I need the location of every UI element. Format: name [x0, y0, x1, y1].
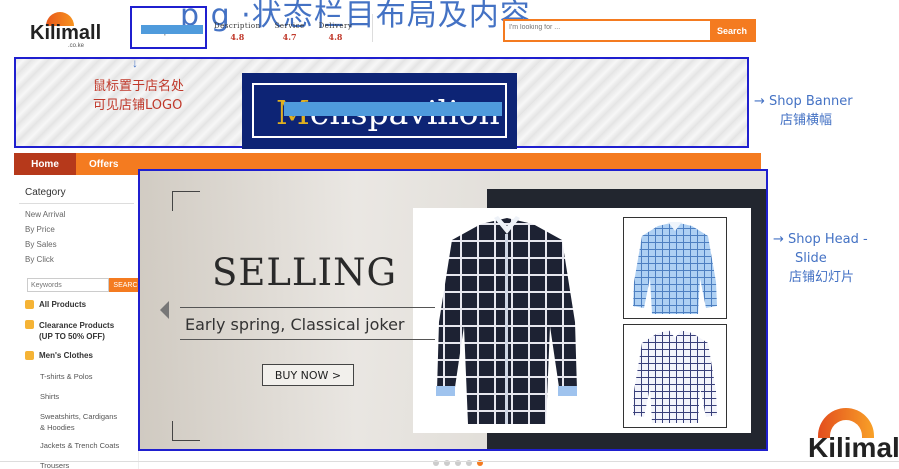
logo-text: Kilimall	[30, 22, 102, 44]
previous-slide-icon[interactable]	[160, 301, 169, 319]
banner-note-line: 鼠标置于店名处	[93, 79, 185, 94]
banner-note: 鼠标置于店名处 可见店铺LOGO	[93, 77, 184, 115]
rating-value: 4.7	[282, 32, 297, 42]
search-input[interactable]	[509, 24, 699, 31]
category-label: Men's Clothes	[39, 351, 93, 360]
down-arrow-icon: ↓	[132, 56, 138, 70]
slide-headline: SELLING	[212, 251, 398, 294]
category-label: Clearance Products (UP TO 50% OFF)	[39, 320, 114, 342]
shop-head-slide[interactable]: SELLING Early spring, Classical joker BU…	[138, 169, 768, 451]
subcategory-link[interactable]: Jackets & Trench Coats	[40, 440, 119, 451]
category-mens-clothes[interactable]: Men's Clothes	[25, 351, 93, 360]
banner-note-line: 可见店铺LOGO	[93, 98, 183, 113]
category-title: Category	[25, 187, 66, 198]
logo-domain: .co.ke	[68, 43, 85, 49]
category-sidebar: Category New Arrival By Price By Sales B…	[14, 178, 147, 469]
annotation-text: Slide	[795, 251, 827, 266]
rating-label: Description	[214, 22, 261, 30]
rating-label: Service	[274, 22, 305, 30]
product-thumbnail[interactable]	[623, 217, 727, 319]
sort-link[interactable]: By Price	[25, 225, 55, 234]
subcategory-link[interactable]: Sweatshirts, Cardigans	[40, 411, 117, 422]
nav-home[interactable]: Home	[14, 153, 76, 175]
sort-link[interactable]: By Click	[25, 255, 54, 264]
kilimall-corner-logo: Kilimal	[806, 408, 899, 469]
rating-delivery: Delivery 4.8	[319, 22, 353, 42]
search-button[interactable]: Search	[710, 21, 754, 40]
slide-tagline: Early spring, Classical joker	[185, 315, 405, 334]
annotation-shop-banner: → Shop Banner 店铺横幅	[754, 92, 853, 130]
frame-corner	[172, 191, 200, 211]
sort-link[interactable]: By Sales	[25, 240, 57, 249]
category-clearance[interactable]: Clearance Products (UP TO 50% OFF)	[25, 320, 114, 342]
brand-frame: Menspavilion	[252, 83, 507, 138]
category-label: All Products	[39, 300, 87, 309]
footer-divider	[0, 461, 899, 462]
keyword-input[interactable]	[27, 278, 109, 292]
sort-link[interactable]: New Arrival	[25, 210, 65, 219]
category-bullet-icon	[25, 300, 34, 309]
annotation-text: → Shop Banner	[754, 94, 853, 109]
headline-rule	[180, 307, 435, 308]
shop-name-redaction	[141, 25, 203, 34]
white-check-shirt-image	[633, 329, 717, 423]
rating-label: Delivery	[318, 22, 353, 30]
category-bullet-icon	[25, 351, 34, 360]
plaid-shirt-image	[436, 216, 577, 424]
buy-now-button[interactable]: BUY NOW >	[262, 364, 354, 386]
subcategory-link[interactable]: T-shirts & Polos	[40, 371, 93, 382]
category-all-products[interactable]: All Products	[25, 300, 86, 309]
blue-check-shirt-image	[633, 222, 717, 314]
rating-value: 4.8	[230, 32, 245, 42]
annotation-shop-head-slide: → Shop Head - Slide 店铺幻灯片	[773, 230, 868, 287]
search-bar: Search	[503, 19, 756, 42]
category-label-line: Clearance Products	[39, 321, 115, 330]
category-bullet-icon	[25, 320, 34, 329]
nav-offers[interactable]: Offers	[89, 153, 118, 175]
tagline-rule	[180, 339, 435, 340]
product-thumbnail[interactable]	[623, 324, 727, 428]
annotation-text: 店铺横幅	[780, 113, 833, 128]
shop-ratings: Description 4.8 Service 4.7 Delivery 4.8	[214, 22, 352, 42]
annotation-text: → Shop Head -	[773, 232, 868, 247]
category-divider	[19, 203, 134, 204]
rating-value: 4.8	[328, 32, 343, 42]
header-divider	[372, 14, 373, 42]
annotation-text: 店铺幻灯片	[789, 270, 855, 285]
subcategory-link[interactable]: & Hoodies	[40, 422, 75, 433]
brand-redaction	[284, 102, 502, 116]
kilimall-logo[interactable]: Kilimall .co.ke	[30, 12, 102, 50]
shop-brand-logo: Menspavilion	[242, 73, 517, 149]
rating-description: Description 4.8	[214, 22, 261, 42]
rating-service: Service 4.7	[275, 22, 305, 42]
frame-corner	[172, 421, 200, 441]
corner-logo-text: Kilimal	[808, 432, 899, 463]
subcategory-link[interactable]: Shirts	[40, 391, 59, 402]
category-label-line: (UP TO 50% OFF)	[39, 332, 105, 341]
